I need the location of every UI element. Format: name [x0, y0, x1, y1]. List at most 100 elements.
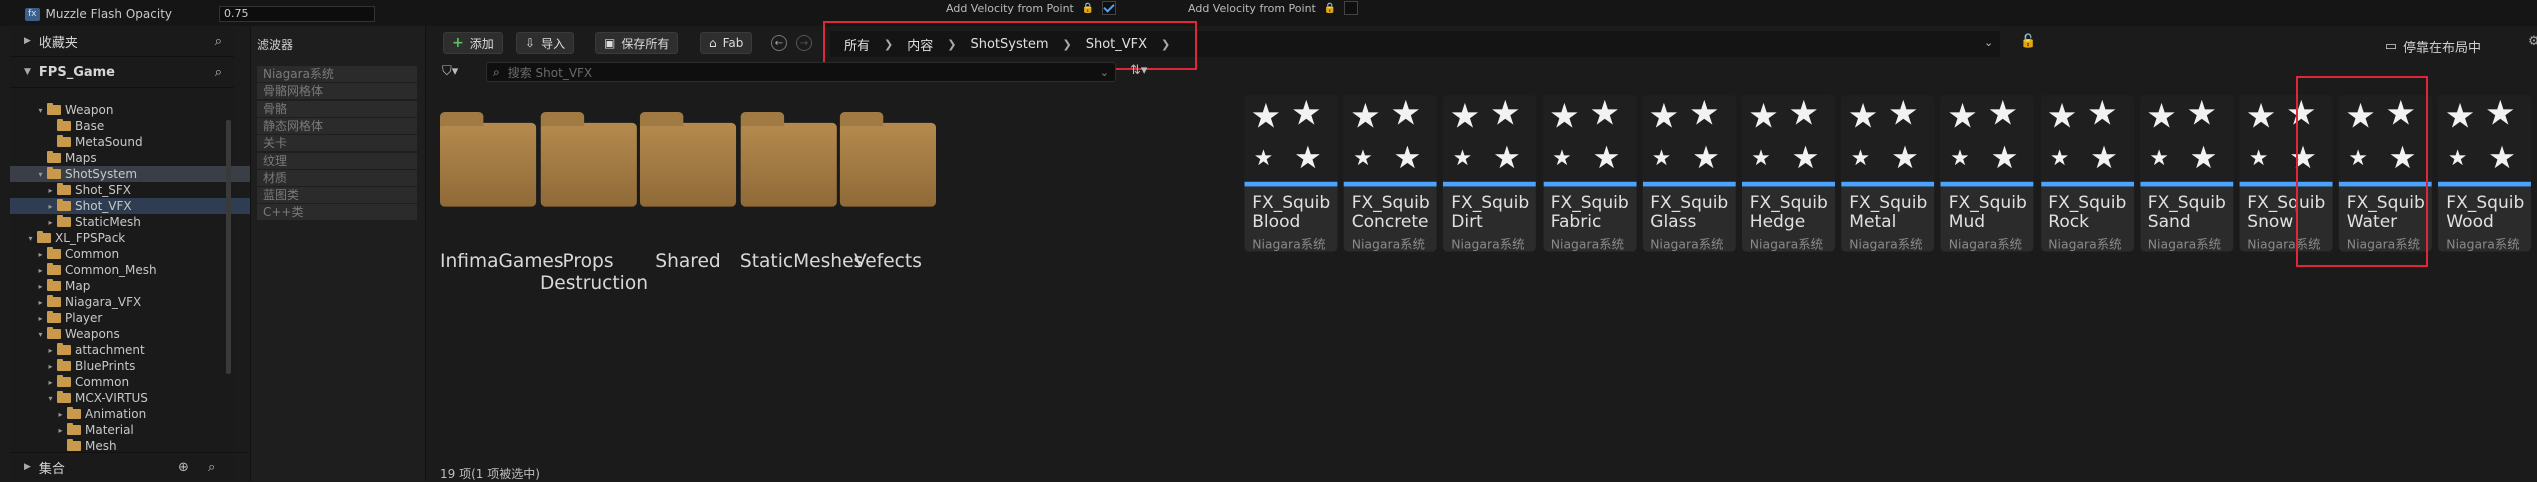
chevron-icon[interactable]: ▸ [56, 410, 65, 419]
niagara-asset-tile[interactable]: ★ ★ ★ ★ FX_SquibFabric Niagara系统 [1542, 95, 1636, 252]
niagara-asset-tile[interactable]: ★ ★ ★ ★ FX_SquibHedge Niagara系统 [1742, 95, 1835, 252]
lock-icon[interactable]: 🔓 [2020, 34, 2036, 49]
asset-name: FX_SquibMud [1948, 192, 2027, 232]
star-icon: ★ [1390, 95, 1422, 134]
search-icon[interactable]: ⌕ [215, 34, 222, 49]
tree-folder-maps[interactable]: Maps [10, 150, 250, 166]
chevron-icon[interactable]: ▸ [46, 186, 55, 195]
velocity-checkbox[interactable] [1344, 1, 1359, 15]
tree-folder-common[interactable]: ▸ Common [10, 374, 260, 390]
chevron-icon[interactable]: ▸ [56, 426, 65, 435]
tree-scrollbar[interactable] [226, 120, 231, 374]
import-button[interactable]: ⇩ 导入 [516, 32, 575, 54]
tree-folder-shot-vfx[interactable]: ▸ Shot_VFX [10, 198, 260, 214]
filter-item[interactable]: 骨骼网格体 [257, 83, 417, 100]
back-icon[interactable]: ← [771, 35, 787, 51]
add-collection-icon[interactable]: ⊕ [178, 460, 189, 475]
tree-folder-weapons[interactable]: ▾ Weapons [10, 326, 250, 342]
settings-icon[interactable]: ⚙ [2528, 34, 2537, 49]
tree-folder-base[interactable]: Base [10, 118, 260, 134]
folder-icon [57, 119, 71, 131]
tree-folder-label: XL_FPSPack [55, 231, 126, 245]
tree-folder-metasound[interactable]: MetaSound [10, 134, 260, 150]
chevron-icon[interactable]: ▸ [46, 362, 55, 371]
fab-button[interactable]: ⌂ Fab [700, 32, 753, 54]
search-icon[interactable]: ⌕ [215, 65, 222, 80]
tree-folder-label: Animation [85, 407, 147, 421]
chevron-icon[interactable]: ▸ [36, 298, 45, 307]
chevron-icon[interactable]: ▸ [36, 250, 45, 259]
content-toolbar: + 添加 ⇩ 导入 ▣ 保存所有 ⌂ Fab ← → 所有 ❯ 内容 ❯ Sho… [428, 28, 2537, 60]
tree-folder-weapon[interactable]: ▾ Weapon [10, 102, 250, 118]
filter-item[interactable]: 纹理 [257, 152, 417, 169]
tree-folder-label: Mesh [85, 439, 117, 453]
folder-tile[interactable]: InfimaGames [440, 95, 564, 297]
folder-tile[interactable]: Props Destruction [539, 95, 648, 297]
niagara-asset-tile[interactable]: ★ ★ ★ ★ FX_SquibGlass Niagara系统 [1642, 95, 1736, 252]
velocity-checkbox[interactable] [1102, 1, 1117, 15]
favorites-header[interactable]: ▶ 收藏夹 ⌕ [10, 26, 234, 57]
niagara-asset-tile[interactable]: ★ ★ ★ ★ FX_Squib Concrete Niagara系统 [1343, 95, 1437, 252]
chevron-icon[interactable]: ▸ [36, 266, 45, 275]
chevron-icon[interactable]: ▾ [46, 394, 55, 403]
tree-folder-blueprints[interactable]: ▸ BluePrints [10, 358, 260, 374]
tree-folder-xl-fpspack[interactable]: ▾ XL_FPSPack [10, 230, 240, 246]
add-button[interactable]: + 添加 [443, 32, 503, 54]
niagara-asset-tile[interactable]: ★ ★ ★ ★ FX_SquibSand Niagara系统 [2140, 95, 2234, 252]
search-icon[interactable]: ⌕ [208, 460, 215, 475]
chevron-icon[interactable]: ▸ [46, 346, 55, 355]
niagara-asset-tile[interactable]: ★ ★ ★ ★ FX_SquibBlood Niagara系统 [1244, 95, 1338, 252]
chevron-icon[interactable]: ▸ [46, 202, 55, 211]
filter-item[interactable]: 关卡 [257, 135, 417, 152]
folder-tile[interactable]: StaticMeshes [739, 95, 863, 297]
filter-item[interactable]: C++类 [257, 204, 417, 221]
chevron-icon[interactable]: ▸ [46, 218, 55, 227]
star-icon: ★ [1847, 98, 1879, 137]
search-input[interactable]: ⌕ 搜索 Shot_VFX ⌄ [486, 62, 1116, 82]
tree-folder-animation[interactable]: ▸ Animation [10, 406, 270, 422]
filter-icon[interactable]: ⛉▾ [442, 64, 458, 79]
chevron-icon[interactable]: ▸ [46, 378, 55, 387]
star-icon: ★ [1489, 95, 1521, 134]
filter-item[interactable]: Niagara系统 [257, 66, 417, 82]
project-header[interactable]: ▼ FPS_Game ⌕ [10, 57, 234, 88]
niagara-asset-tile[interactable]: ★ ★ ★ ★ FX_SquibMud Niagara系统 [1941, 95, 2035, 252]
muzzle-flash-opacity-value[interactable]: 0.75 [219, 6, 375, 22]
tree-folder-shot-sfx[interactable]: ▸ Shot_SFX [10, 182, 260, 198]
tree-folder-shotsystem[interactable]: ▾ ShotSystem [10, 166, 250, 182]
tree-folder-attachment[interactable]: ▸ attachment [10, 342, 260, 358]
niagara-asset-tile[interactable]: ★ ★ ★ ★ FX_SquibDirt Niagara系统 [1443, 95, 1537, 252]
collections-header[interactable]: ▶ 集合 ⊕ ⌕ [10, 452, 248, 481]
chevron-icon[interactable]: ▾ [36, 170, 45, 179]
chevron-icon[interactable]: ▾ [36, 330, 45, 339]
tree-folder-player[interactable]: ▸ Player [10, 310, 250, 326]
tree-folder-material[interactable]: ▸ Material [10, 422, 270, 438]
filter-item[interactable]: 静态网格体 [257, 117, 417, 134]
tree-folder-niagara-vfx[interactable]: ▸ Niagara_VFX [10, 294, 250, 310]
filter-item[interactable]: 骨骼 [257, 100, 417, 117]
sort-icon[interactable]: ⇅▾ [1130, 63, 1147, 78]
search-row: ⛉▾ ⌕ 搜索 Shot_VFX ⌄ ⇅▾ [428, 60, 2537, 86]
niagara-asset-tile[interactable]: ★ ★ ★ ★ FX_SquibRock Niagara系统 [2040, 95, 2134, 252]
star-icon: ★ [1253, 146, 1274, 171]
chevron-icon[interactable]: ▸ [36, 314, 45, 323]
tree-folder-map[interactable]: ▸ Map [10, 278, 250, 294]
asset-type: Niagara系统 [1650, 237, 1724, 252]
chevron-down-icon[interactable]: ⌄ [1984, 36, 1993, 49]
filter-item[interactable]: 蓝图类 [257, 187, 417, 204]
folder-tile[interactable]: Shared [639, 95, 737, 297]
filter-item[interactable]: 材质 [257, 169, 417, 186]
forward-icon[interactable]: → [796, 35, 812, 51]
tree-folder-mcx-virtus[interactable]: ▾ MCX-VIRTUS [10, 390, 260, 406]
folder-icon [57, 215, 71, 227]
folder-tile[interactable]: Vefects [839, 95, 936, 297]
chevron-icon[interactable]: ▾ [36, 106, 45, 115]
save-all-button[interactable]: ▣ 保存所有 [595, 32, 679, 54]
chevron-icon[interactable]: ▾ [26, 234, 35, 243]
tree-folder-common[interactable]: ▸ Common [10, 246, 250, 262]
niagara-asset-tile[interactable]: ★ ★ ★ ★ FX_SquibMetal Niagara系统 [1841, 95, 1935, 252]
chevron-icon[interactable]: ▸ [36, 282, 45, 291]
tree-folder-staticmesh[interactable]: ▸ StaticMesh [10, 214, 260, 230]
tree-folder-common-mesh[interactable]: ▸ Common_Mesh [10, 262, 250, 278]
star-icon: ★ [1891, 138, 1919, 176]
